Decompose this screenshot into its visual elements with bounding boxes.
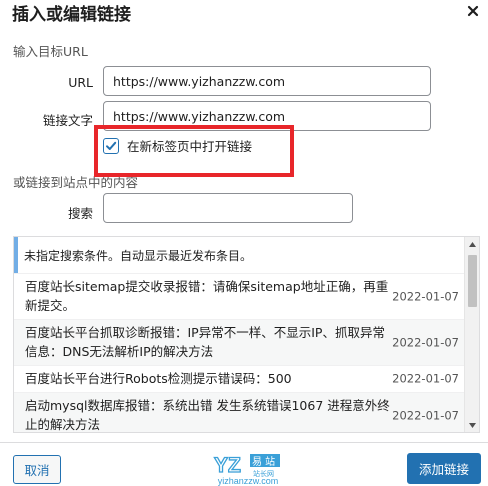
scroll-down-button[interactable] bbox=[465, 418, 479, 432]
search-input[interactable] bbox=[103, 193, 353, 223]
new-tab-checkbox[interactable] bbox=[103, 137, 119, 154]
watermark-url: yizhanzzw.com bbox=[217, 476, 279, 486]
checkmark-icon bbox=[106, 141, 117, 150]
results-scrollbar[interactable] bbox=[464, 237, 479, 432]
result-date: 2022-01-07 bbox=[392, 408, 459, 422]
cancel-button[interactable]: 取消 bbox=[13, 455, 61, 484]
result-item[interactable]: 百度站长平台进行Robots检测提示错误码：500 2022-01-07 bbox=[14, 365, 465, 392]
close-icon bbox=[467, 5, 479, 17]
results-list: 百度站长sitemap提交收录报错：请确保sitemap地址正确，再重新提交。 … bbox=[14, 273, 465, 432]
add-link-button[interactable]: 添加链接 bbox=[407, 453, 481, 484]
scrollbar-thumb[interactable] bbox=[468, 255, 477, 307]
target-url-section-label: 输入目标URL bbox=[13, 44, 88, 59]
results-notice: 未指定搜索条件。自动显示最近发布条目。 bbox=[14, 237, 465, 273]
url-label: URL bbox=[68, 75, 93, 90]
search-label: 搜索 bbox=[67, 206, 93, 221]
dialog-titlebar: 插入或编辑链接 bbox=[0, 0, 488, 26]
result-title: 百度站长平台进行Robots检测提示错误码：500 bbox=[25, 371, 292, 386]
site-watermark-logo: YZ 易 站 站长网 yizhanzzw.com bbox=[212, 452, 284, 486]
result-item[interactable]: 百度站长平台抓取诊断报错：IP异常不一样、不显示IP、抓取异常信息：DNS无法解… bbox=[14, 319, 465, 365]
svg-text:YZ: YZ bbox=[214, 454, 241, 477]
dialog-title: 插入或编辑链接 bbox=[12, 5, 131, 25]
link-text-input[interactable] bbox=[103, 101, 431, 131]
result-title: 启动mysql数据库报错：系统出错 发生系统错误1067 进程意外终止的解决方法 bbox=[25, 398, 390, 432]
existing-content-section-label: 或链接到站点中的内容 bbox=[13, 175, 139, 190]
result-date: 2022-01-07 bbox=[392, 289, 459, 303]
watermark-logo-icon: YZ 易 站 站长网 bbox=[213, 453, 280, 478]
search-results-panel[interactable]: 未指定搜索条件。自动显示最近发布条目。 百度站长sitemap提交收录报错：请确… bbox=[13, 236, 480, 433]
caret-down-icon bbox=[469, 422, 476, 428]
close-button[interactable] bbox=[462, 0, 484, 22]
scroll-up-button[interactable] bbox=[465, 237, 479, 251]
caret-up-icon bbox=[469, 241, 476, 247]
new-tab-option[interactable]: 在新标签页中打开链接 bbox=[103, 136, 252, 155]
result-item[interactable]: 百度站长sitemap提交收录报错：请确保sitemap地址正确，再重新提交。 … bbox=[14, 273, 465, 319]
result-date: 2022-01-07 bbox=[392, 371, 459, 386]
result-item[interactable]: 启动mysql数据库报错：系统出错 发生系统错误1067 进程意外终止的解决方法… bbox=[14, 392, 465, 432]
result-title: 百度站长sitemap提交收录报错：请确保sitemap地址正确，再重新提交。 bbox=[25, 279, 389, 313]
result-title: 百度站长平台抓取诊断报错：IP异常不一样、不显示IP、抓取异常信息：DNS无法解… bbox=[25, 325, 385, 359]
url-input[interactable] bbox=[103, 66, 431, 96]
link-text-label: 链接文字 bbox=[42, 113, 93, 128]
svg-text:易 站: 易 站 bbox=[252, 455, 275, 468]
new-tab-label: 在新标签页中打开链接 bbox=[127, 139, 253, 154]
result-date: 2022-01-07 bbox=[392, 335, 459, 349]
